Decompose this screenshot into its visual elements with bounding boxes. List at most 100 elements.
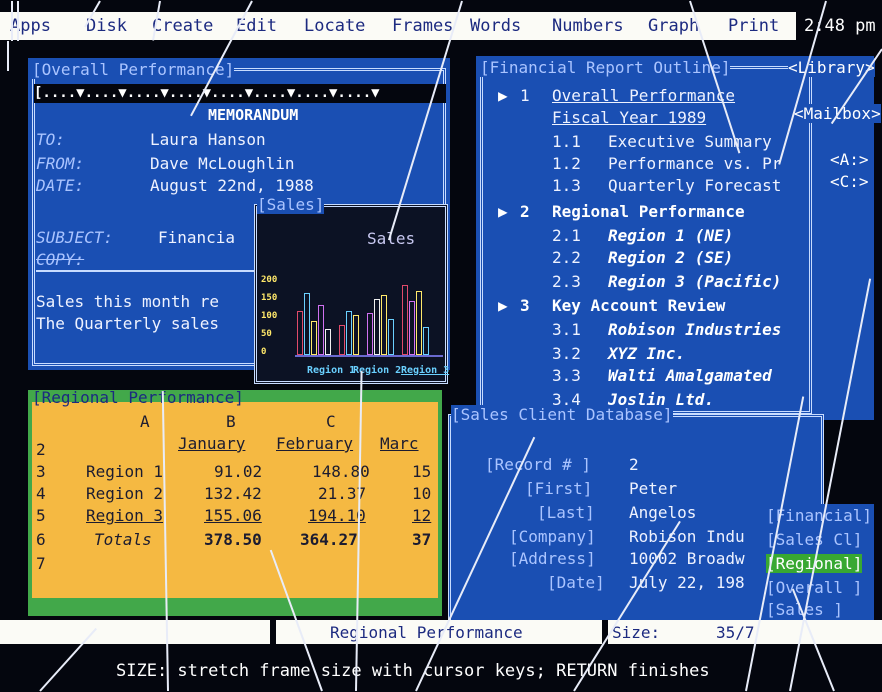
cell[interactable]: 10 [412,484,431,503]
outline-item[interactable]: Region 1 (NE) [608,226,733,245]
bar [388,319,394,355]
date-label: DATE: [36,176,85,195]
outline-item[interactable]: Overall Performance [552,86,735,105]
bar [346,311,352,355]
field-label: [Record # ] [485,455,591,474]
month-header: Marc [380,434,419,453]
field-label: [Address] [509,549,596,568]
ruler: [....▼....▼....▼....▼....▼....▼....▼....… [34,84,446,103]
outline-item[interactable]: Fiscal Year 1989 [552,108,706,127]
field-value[interactable]: Peter [629,479,677,498]
to-label: TO: [36,130,65,149]
cell[interactable]: 12 [412,506,431,525]
bar [409,301,415,355]
outline-num: 2.3 [552,272,581,291]
cell[interactable]: 148.80 [312,462,370,481]
col-header: A [140,412,150,431]
x-tick-label: Region 3 [401,365,450,376]
subject-value: Financia [158,228,236,247]
row-label: Region 2 [86,484,164,503]
outline-num: 3.1 [552,320,581,339]
memo-heading: MEMORANDUM [208,106,299,124]
status-size-label: Size: [612,623,661,642]
menu-frames[interactable]: Frames [392,16,453,36]
from-label: FROM: [36,154,85,173]
outline-item[interactable]: Regional Performance [552,202,745,221]
row-number: 3 [36,462,46,481]
frame-list: [Financial] [Sales Cl] [Regional] [Overa… [766,504,874,624]
cell[interactable]: 91.02 [214,462,262,481]
bar [423,327,429,355]
outline-item[interactable]: Executive Summary [608,132,772,151]
outline-item[interactable]: Key Account Review [552,296,725,315]
outline-item[interactable]: Region 2 (SE) [608,248,733,267]
memo-body-line: The Quarterly sales [36,314,220,333]
callout-line [17,1,19,41]
bar [304,293,310,355]
outline-num: 2.2 [552,248,581,267]
outline-item[interactable]: Robison Industries [608,320,781,339]
y-tick-label: 200 [261,275,278,285]
outline-item[interactable]: XYZ Inc. [608,344,685,363]
copy-label: COPY: [36,250,85,269]
row-number: 5 [36,506,46,525]
frame-list-item[interactable]: [Overall ] [766,578,862,597]
outline-item[interactable]: Quarterly Forecast [608,176,781,195]
outline-num: 1 [520,86,530,105]
total-cell[interactable]: 364.27 [300,530,358,549]
memo-body-line: Sales this month re [36,292,220,311]
field-value[interactable]: 10002 Broadw [629,549,745,568]
menu-disk[interactable]: Disk [86,16,127,36]
total-cell[interactable]: 37 [412,530,431,549]
outline-num: 3.3 [552,366,581,385]
bar [353,315,359,355]
bar [325,329,331,355]
library-item[interactable]: <Library> [788,58,875,77]
regional-title: [Regional Performance] [32,388,244,407]
outline-item[interactable]: Region 3 (Pacific) [608,272,781,291]
callout-line [7,41,9,71]
y-axis: 200 150 100 50 0 [261,275,281,357]
field-value[interactable]: Robison Indu [629,527,745,546]
cell[interactable]: 15 [412,462,431,481]
frame-list-item[interactable]: [Sales Cl] [766,530,862,549]
total-cell[interactable]: 378.50 [204,530,262,549]
date-value: August 22nd, 1988 [150,176,314,195]
field-value[interactable]: Angelos [629,503,696,522]
drive-a-item[interactable]: <A:> [830,150,869,169]
month-header: January [178,434,246,453]
bar [402,285,408,355]
regional-frame[interactable]: [Regional Performance] A B C January Feb… [28,388,442,616]
outline-item[interactable]: Performance vs. Pr [608,154,781,173]
field-label: [Date] [547,573,605,592]
cell[interactable]: 155.06 [204,506,262,525]
menu-create[interactable]: Create [152,16,213,36]
cell[interactable]: 132.42 [204,484,262,503]
field-label: [Company] [509,527,596,546]
row-label: Region 3 [86,506,164,525]
y-tick-label: 150 [261,293,278,303]
overall-title: [Overall Performance] [32,60,235,79]
field-label: [First] [525,479,593,498]
bar [416,291,422,355]
outline-num: 1.3 [552,176,581,195]
bar [374,299,380,355]
outline-item[interactable]: Walti Amalgamated [608,366,772,385]
sales-frame[interactable]: [Sales] Sales 200 150 100 50 0 Region 1 … [254,195,450,384]
y-tick-label: 0 [261,347,267,357]
bar-plot [295,271,443,357]
menu-numbers[interactable]: Numbers [552,16,624,36]
outline-arrow-icon: ▶ [498,296,508,315]
drive-c-item[interactable]: <C:> [830,172,869,191]
totals-label: Totals [94,530,152,549]
menu-words[interactable]: Words [470,16,521,36]
outline-num: 2.1 [552,226,581,245]
bar [318,305,324,355]
menu-print[interactable]: Print [728,16,779,36]
menu-bar: Apps Disk Create Edit Locate Frames Word… [0,12,882,40]
outline-frame[interactable]: [Financial Report Outline] <Library> <Ma… [476,56,881,420]
menu-locate[interactable]: Locate [304,16,365,36]
field-value[interactable]: 2 [629,455,639,474]
menu-graph[interactable]: Graph [648,16,699,36]
from-value: Dave McLoughlin [150,154,295,173]
